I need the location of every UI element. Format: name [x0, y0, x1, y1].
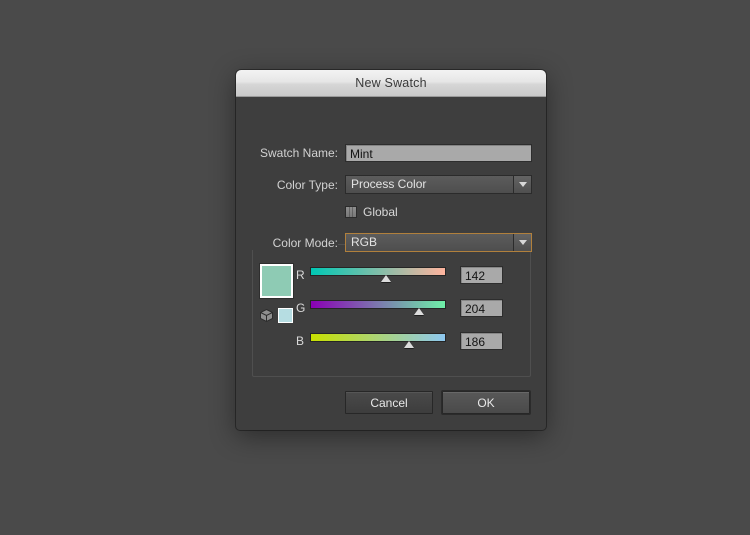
color-mode-label: Color Mode:	[250, 236, 338, 250]
color-mode-row: Color Mode: RGB	[250, 233, 532, 252]
cancel-button[interactable]: Cancel	[345, 391, 433, 414]
dialog-button-bar: Cancel OK	[345, 391, 530, 414]
slider-thumb-b[interactable]	[404, 341, 414, 348]
slider-track-b[interactable]	[310, 332, 446, 350]
slider-track-r[interactable]	[310, 266, 446, 284]
cube-icon[interactable]	[259, 308, 274, 323]
value-input-g[interactable]: 204	[460, 299, 503, 317]
slider-label-g: G	[296, 301, 310, 315]
color-preview-swatch	[260, 264, 293, 298]
slider-thumb-r[interactable]	[381, 275, 391, 282]
chevron-down-icon[interactable]	[513, 234, 531, 251]
global-checkbox-row[interactable]: Global	[345, 205, 398, 219]
slider-row-g: G 204	[296, 297, 521, 319]
chevron-down-icon[interactable]	[513, 176, 531, 193]
slider-gradient-g	[310, 300, 446, 309]
global-label: Global	[363, 205, 398, 219]
swatch-name-row: Swatch Name: Mint	[250, 144, 532, 162]
color-mode-dropdown[interactable]: RGB	[345, 233, 532, 252]
ok-button[interactable]: OK	[442, 391, 530, 414]
dialog-title: New Swatch	[355, 76, 426, 90]
dialog-titlebar[interactable]: New Swatch	[236, 70, 546, 97]
color-proxy-row	[259, 308, 293, 323]
color-type-row: Color Type: Process Color	[250, 175, 532, 194]
slider-track-g[interactable]	[310, 299, 446, 317]
color-preview-mini-swatch[interactable]	[278, 308, 293, 323]
swatch-name-label: Swatch Name:	[250, 146, 338, 160]
swatch-name-input[interactable]: Mint	[345, 144, 532, 162]
value-input-b[interactable]: 186	[460, 332, 503, 350]
global-checkbox[interactable]	[345, 206, 357, 218]
slider-gradient-r	[310, 267, 446, 276]
new-swatch-dialog: New Swatch Swatch Name: Mint Color Type:…	[236, 70, 546, 430]
color-type-label: Color Type:	[250, 178, 338, 192]
color-mode-value: RGB	[346, 234, 513, 251]
dialog-body: Swatch Name: Mint Color Type: Process Co…	[236, 97, 546, 430]
slider-row-b: B 186	[296, 330, 521, 352]
color-type-value: Process Color	[346, 176, 513, 193]
slider-thumb-g[interactable]	[414, 308, 424, 315]
slider-row-r: R 142	[296, 264, 521, 286]
color-type-dropdown[interactable]: Process Color	[345, 175, 532, 194]
slider-label-b: B	[296, 334, 310, 348]
slider-gradient-b	[310, 333, 446, 342]
slider-label-r: R	[296, 268, 310, 282]
value-input-r[interactable]: 142	[460, 266, 503, 284]
